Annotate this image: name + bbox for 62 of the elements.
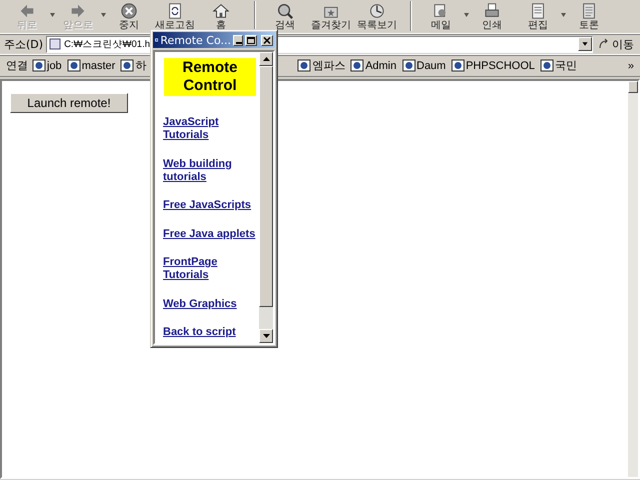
popup-scrollbar[interactable] <box>259 52 273 343</box>
close-icon <box>262 36 272 44</box>
popup-link[interactable]: Free Java applets <box>163 228 259 240</box>
scroll-up-icon[interactable] <box>262 57 270 61</box>
ie-page-icon <box>297 59 312 72</box>
scroll-down-icon[interactable] <box>262 334 270 338</box>
maximize-button[interactable] <box>245 34 257 46</box>
ie-page-icon <box>120 59 134 72</box>
link-item[interactable]: 엠파스 <box>297 58 346 73</box>
minimize-button[interactable] <box>233 34 243 46</box>
link-item[interactable]: PHPSCHOOL <box>450 59 535 72</box>
toolbar-button[interactable]: 검색 <box>264 0 306 32</box>
toolbar-button[interactable]: 즐겨찾기 <box>310 0 352 32</box>
toolbar-button[interactable]: 메일 <box>420 0 462 32</box>
remote-control-heading: Remote Control <box>164 58 256 96</box>
more-links-chevron[interactable]: » <box>628 60 634 72</box>
launch-button[interactable]: Launch remote! <box>10 93 128 113</box>
history-icon <box>368 2 386 20</box>
page-icon <box>49 38 62 50</box>
link-item[interactable]: Admin <box>350 59 396 72</box>
toolbar-button[interactable]: 홈 <box>200 0 242 32</box>
popup-link[interactable]: Free JavaScripts <box>163 199 259 212</box>
go-button[interactable]: 이동 <box>596 36 636 52</box>
popup-link[interactable]: JavaScript Tutorials <box>163 116 259 142</box>
popup-title: Remote Co... <box>160 34 231 46</box>
toolbar-button[interactable]: 중지 <box>108 0 150 32</box>
popup-link[interactable]: Web Graphics <box>163 298 259 310</box>
link-item[interactable]: master <box>66 59 116 72</box>
forward-arrow-icon <box>69 2 87 20</box>
toolbar-button[interactable]: 토론 <box>568 0 610 32</box>
notepad-icon <box>580 2 598 20</box>
search-icon <box>276 2 294 20</box>
printer-icon <box>483 2 501 20</box>
home-icon <box>212 2 230 20</box>
stop-icon <box>120 2 138 20</box>
close-button[interactable] <box>261 34 273 46</box>
ie-page-icon <box>450 59 465 72</box>
popup-link[interactable]: Back to script <box>163 326 259 339</box>
maximize-icon <box>246 36 256 44</box>
back-arrow-icon <box>18 2 36 20</box>
ie-page-icon <box>66 59 81 72</box>
popup-link[interactable]: FrontPage Tutorials <box>163 256 259 282</box>
toolbar-button[interactable]: 인쇄 <box>471 0 513 32</box>
document-icon <box>529 2 547 20</box>
link-item[interactable]: job <box>32 59 62 72</box>
ie-page-icon <box>402 59 416 72</box>
ie-page-icon <box>32 59 46 72</box>
link-item[interactable]: 하 <box>120 58 146 73</box>
ie-page-icon <box>350 59 364 72</box>
links-label: 연결 <box>6 59 28 73</box>
go-arrow-icon <box>598 38 610 50</box>
link-item[interactable]: 국민 <box>540 58 577 73</box>
minimize-icon <box>236 42 242 44</box>
refresh-icon <box>166 2 184 20</box>
toolbar-button[interactable]: 새로고침 <box>154 0 196 32</box>
link-item[interactable]: Daum <box>402 59 446 72</box>
ie-page-icon <box>540 59 554 72</box>
toolbar-button[interactable]: 목록보기 <box>356 0 398 32</box>
scrollbar[interactable] <box>628 81 638 477</box>
address-label: 주소(D) <box>4 36 44 52</box>
toolbar-button[interactable]: 편집 <box>517 0 559 32</box>
popup-link[interactable]: Web building tutorials <box>163 158 259 184</box>
